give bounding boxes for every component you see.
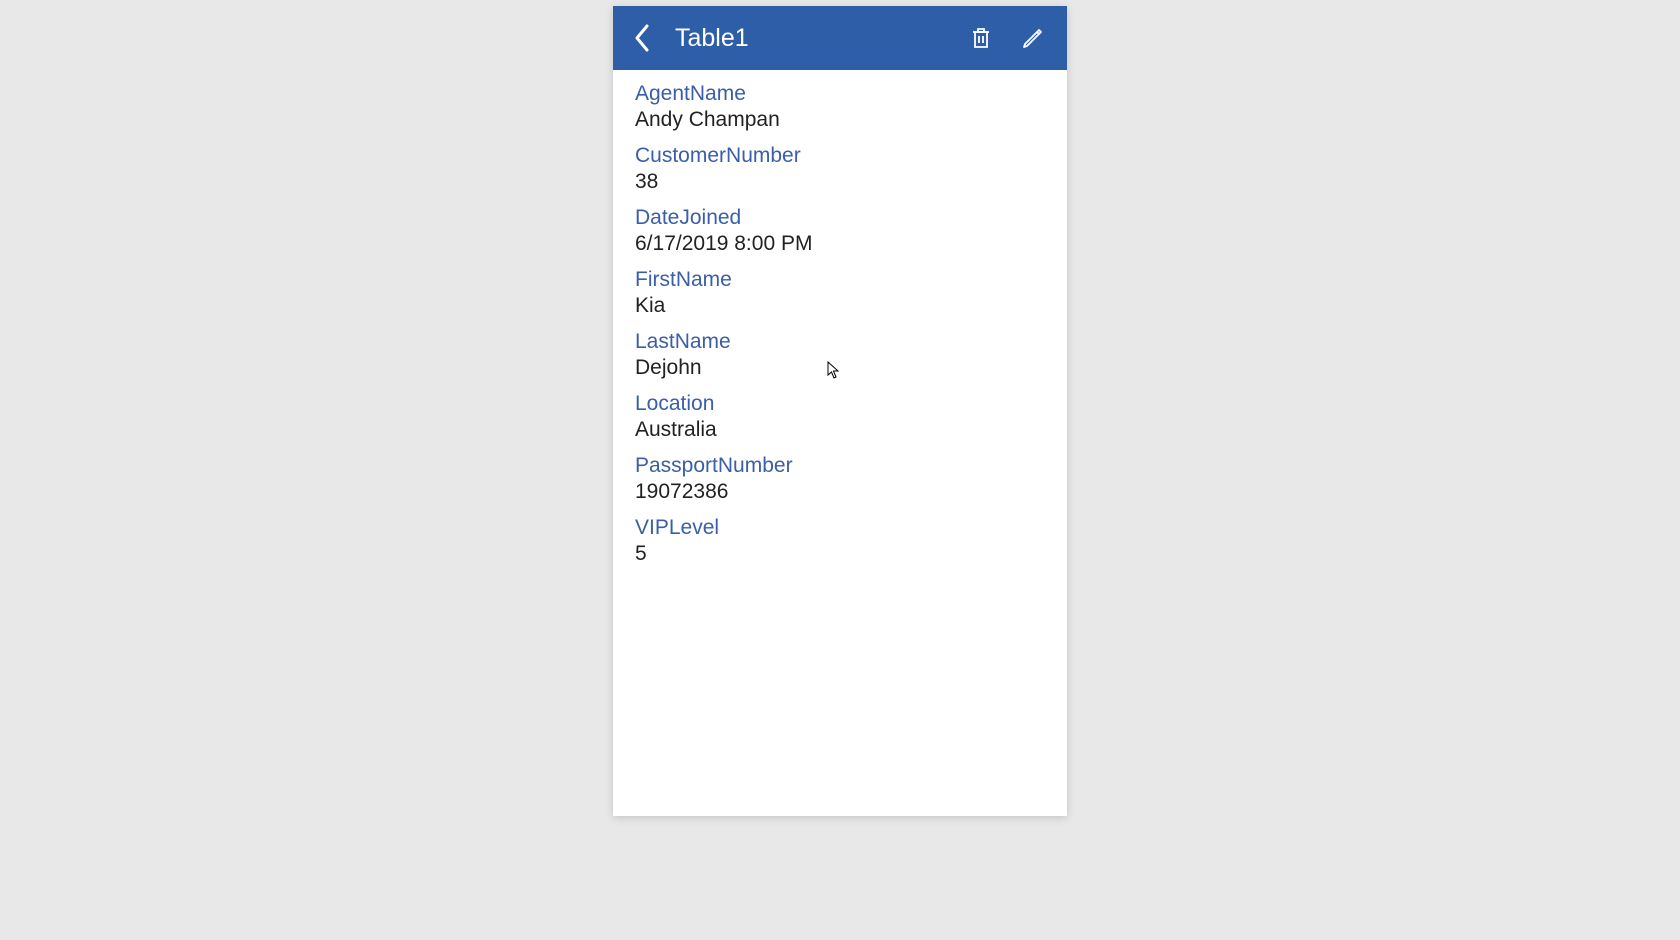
field-value: Andy Champan [635,108,1045,132]
field-value: Dejohn [635,356,1045,380]
field-label: LastName [635,330,1045,354]
field-value: 6/17/2019 8:00 PM [635,232,1045,256]
field-firstname: FirstName Kia [635,268,1045,318]
detail-content: AgentName Andy Champan CustomerNumber 38… [613,70,1067,816]
field-value: 38 [635,170,1045,194]
field-label: AgentName [635,82,1045,106]
field-label: PassportNumber [635,454,1045,478]
edit-button[interactable] [1021,26,1045,50]
field-value: Australia [635,418,1045,442]
header-actions [969,26,1053,50]
field-value: 5 [635,542,1045,566]
field-label: FirstName [635,268,1045,292]
field-customernumber: CustomerNumber 38 [635,144,1045,194]
field-agentname: AgentName Andy Champan [635,82,1045,132]
field-viplevel: VIPLevel 5 [635,516,1045,566]
field-datejoined: DateJoined 6/17/2019 8:00 PM [635,206,1045,256]
field-label: VIPLevel [635,516,1045,540]
field-label: DateJoined [635,206,1045,230]
field-value: Kia [635,294,1045,318]
delete-button[interactable] [969,26,993,50]
header-bar: Table1 [613,6,1067,70]
page-title: Table1 [675,24,969,53]
field-value: 19072386 [635,480,1045,504]
field-location: Location Australia [635,392,1045,442]
field-passportnumber: PassportNumber 19072386 [635,454,1045,504]
trash-icon [969,26,993,50]
chevron-left-icon [633,23,651,53]
field-label: CustomerNumber [635,144,1045,168]
field-label: Location [635,392,1045,416]
back-button[interactable] [627,17,657,59]
field-lastname: LastName Dejohn [635,330,1045,380]
app-container: Table1 AgentName Andy Cha [613,6,1067,816]
pencil-icon [1021,26,1045,50]
